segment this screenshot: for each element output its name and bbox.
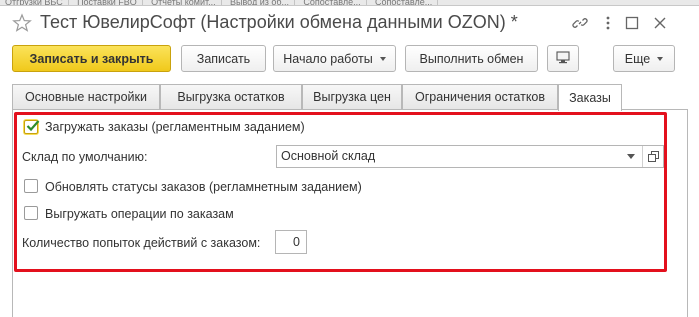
save-button[interactable]: Записать (181, 45, 266, 72)
default-warehouse-value: Основной склад (281, 149, 376, 163)
update-statuses-label: Обновлять статусы заказов (регламнетным … (45, 180, 362, 194)
more-label: Еще (624, 51, 651, 66)
tab-stock-export[interactable]: Выгрузка остатков (160, 84, 302, 109)
star-icon[interactable] (12, 13, 32, 33)
more-button[interactable]: Еще (613, 45, 675, 72)
tab-main-settings[interactable]: Основные настройки (12, 84, 160, 109)
start-work-label: Начало работы (283, 51, 373, 66)
load-orders-checkbox[interactable] (24, 120, 40, 134)
tab-price-export[interactable]: Выгрузка цен (302, 84, 402, 109)
save-and-close-button[interactable]: Записать и закрыть (12, 45, 171, 72)
screen-icon (556, 50, 570, 67)
title-bar: Тест ЮвелирСофт (Настройки обмена данным… (0, 6, 699, 40)
attempts-label: Количество попыток действий с заказом: (22, 236, 261, 250)
update-statuses-checkbox[interactable] (24, 179, 38, 193)
dropdown-arrow-icon[interactable] (621, 146, 641, 167)
open-form-icon[interactable] (642, 146, 663, 167)
default-warehouse-label: Склад по умолчанию: (22, 150, 148, 164)
chevron-down-icon (657, 56, 664, 61)
link-icon[interactable] (570, 13, 590, 33)
window-title: Тест ЮвелирСофт (Настройки обмена данным… (40, 12, 518, 32)
load-orders-label: Загружать заказы (регламентным заданием) (45, 120, 305, 134)
more-vert-icon[interactable] (598, 13, 618, 33)
screen-button[interactable] (547, 45, 579, 72)
run-exchange-button[interactable]: Выполнить обмен (405, 45, 538, 72)
close-icon[interactable] (650, 13, 670, 33)
export-operations-label: Выгружать операции по заказам (45, 207, 234, 221)
toolbar: Записать и закрыть Записать Начало работ… (0, 45, 699, 73)
chevron-down-icon (379, 56, 386, 61)
tab-orders[interactable]: Заказы (558, 84, 622, 111)
export-operations-checkbox[interactable] (24, 206, 38, 220)
start-work-button[interactable]: Начало работы (273, 45, 396, 72)
attempts-input[interactable]: 0 (275, 230, 307, 254)
tab-stock-limits[interactable]: Ограничения остатков (402, 84, 558, 109)
default-warehouse-select[interactable]: Основной склад (276, 145, 664, 168)
checkmark-icon (26, 120, 40, 132)
maximize-icon[interactable] (622, 13, 642, 33)
